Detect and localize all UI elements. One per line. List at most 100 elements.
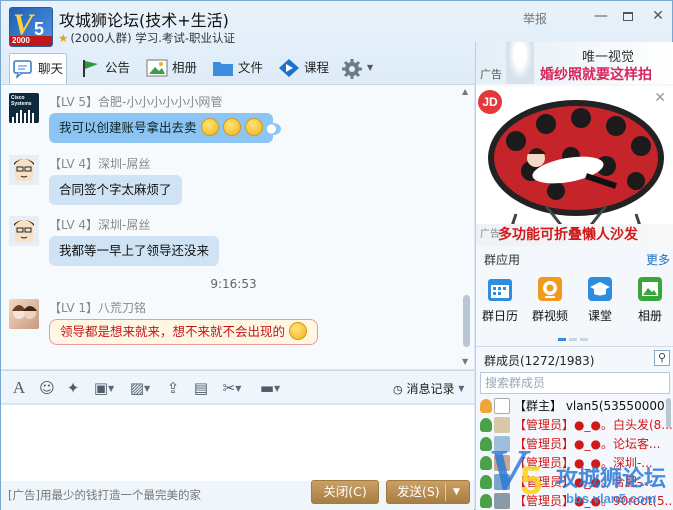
avatar (494, 474, 510, 490)
apps-pager[interactable] (558, 330, 591, 344)
scrollbar-thumb[interactable] (463, 295, 470, 347)
star-icon: ★ (58, 31, 69, 45)
emoji-icon (222, 118, 241, 136)
admin-icon (480, 456, 492, 470)
message-bubble[interactable]: 我可以创建账号拿出去卖 (49, 113, 281, 143)
flag-icon (83, 60, 98, 77)
clock-icon: ◷ (393, 383, 403, 396)
pager-dot[interactable] (558, 338, 566, 341)
right-panel: 广告 唯一视觉 婚纱照就要这样拍 JD ✕ 广告 多功能可折叠懒人沙发 群应用 … (475, 42, 673, 510)
chat-history[interactable]: Cisco Systems 【LV 5】合肥-小小小小小小网管 我可以创建账号拿… (1, 84, 474, 369)
member-list-scrollbar[interactable] (666, 398, 671, 428)
cartoon-face-icon (14, 220, 34, 242)
member-item[interactable]: 【管理员】●_●。深圳-... (476, 453, 673, 473)
scroll-down-icon[interactable]: ▼ (462, 357, 468, 366)
tab-file[interactable]: 文件 (210, 53, 274, 83)
scroll-up-icon[interactable]: ▲ (462, 87, 468, 96)
product-ad-caption-text: 多功能可折叠懒人沙发 (498, 227, 638, 243)
members-header: 群成员(1272/1983) ⚲ (476, 346, 673, 368)
avatar[interactable] (9, 216, 39, 246)
font-icon[interactable]: A (9, 379, 29, 397)
admin-icon (480, 418, 492, 432)
ad-tag: 广告 (480, 68, 502, 81)
app-group-calendar[interactable]: 群日历 (476, 276, 524, 324)
avatar (494, 455, 510, 471)
apps-header: 群应用 更多 (476, 248, 673, 270)
gift-icon[interactable]: ▣▼ (89, 379, 119, 397)
member-name: 【群主】 vlan5(53550000) (514, 399, 670, 413)
tab-course[interactable]: 课程 (276, 53, 340, 83)
member-item[interactable]: 【管理员】●_●。90root(5... (476, 491, 673, 510)
message-bubble[interactable]: 合同签个字太麻烦了 (49, 175, 182, 205)
app-classroom[interactable]: 课堂 (576, 276, 624, 324)
product-ad[interactable]: JD ✕ (476, 86, 673, 246)
close-button[interactable]: 关闭(C) (311, 480, 379, 504)
sofa-chair-image (488, 100, 664, 246)
app-label: 相册 (637, 309, 662, 323)
avatar[interactable]: Cisco Systems (9, 93, 39, 123)
upload-icon[interactable]: ⇪ (163, 379, 183, 397)
folder-icon (213, 62, 233, 76)
tab-notice[interactable]: 公告 (77, 53, 137, 83)
minimize-button[interactable]: — (589, 6, 613, 26)
tab-album-label: 相册 (172, 60, 198, 75)
message-record-button[interactable]: ◷ 消息记录 ▼ (393, 380, 464, 397)
banner-ad[interactable]: 广告 唯一视觉 婚纱照就要这样拍 (476, 42, 673, 84)
avatar (494, 398, 510, 414)
image-icon[interactable]: ▨▼ (125, 379, 155, 397)
member-name: 【管理员】●_●。合肥-... (514, 475, 653, 489)
avatar[interactable] (9, 155, 39, 185)
members-title: 群成员(1272/1983) (484, 354, 595, 368)
member-item[interactable]: 【群主】 vlan5(53550000) (476, 396, 673, 416)
avatar[interactable] (9, 299, 39, 329)
member-item[interactable]: 【管理员】●_●。合肥-... (476, 472, 673, 492)
tab-file-label: 文件 (238, 60, 264, 75)
member-name: 【管理员】●_●。论坛客... (514, 437, 661, 451)
send-divider (445, 483, 446, 501)
message-bubble[interactable]: 领导都是想来就来，想不来就不会出现的 (49, 319, 319, 345)
apps-more-link[interactable]: 更多 (646, 251, 670, 268)
maximize-button[interactable] (616, 6, 640, 26)
bottom-ad-link[interactable]: [广告]用最少的钱打造一个最完美的家 (8, 487, 201, 503)
package-icon[interactable]: ▤ (191, 379, 211, 397)
app-photo-album[interactable]: 相册 (626, 276, 673, 324)
close-icon[interactable]: ✕ (654, 90, 666, 106)
group-meta: (2000人群) 学习.考试-职业认证 (70, 31, 236, 45)
app-group-video[interactable]: 群视频 (526, 276, 574, 324)
tab-album[interactable]: 相册 (144, 53, 208, 83)
chevron-down-icon: ▼ (367, 63, 374, 72)
magic-wand-icon[interactable]: ✦ (63, 379, 83, 397)
tab-chat[interactable]: 聊天 (9, 53, 67, 84)
message-text: 我可以创建账号拿出去卖 (59, 120, 197, 135)
group-subtitle: ★ (2000人群) 学习.考试-职业认证 (58, 30, 235, 46)
message-text: 我都等一早上了领导还没来 (59, 243, 210, 258)
member-search-input[interactable]: 搜索群成员 (480, 372, 670, 394)
message-bubble[interactable]: 我都等一早上了领导还没来 (49, 236, 220, 266)
group-logo[interactable]: V 5 2000 (9, 7, 53, 47)
search-icon[interactable]: ⚲ (654, 350, 670, 366)
member-list[interactable]: 【群主】 vlan5(53550000) 【管理员】●_●。白头发(8... 【… (476, 396, 673, 510)
group-title[interactable]: 攻城狮论坛(技术+生活) (59, 7, 229, 31)
message-input[interactable] (1, 405, 474, 481)
pager-dot[interactable] (580, 338, 588, 341)
app-label: 课堂 (587, 309, 612, 323)
member-item[interactable]: 【管理员】●_●。论坛客... (476, 434, 673, 454)
qq-group-chat-window: V 5 2000 攻城狮论坛(技术+生活) ★ (2000人群) 学习.考试-职业… (0, 0, 673, 510)
chat-scrollbar[interactable]: ▲ ▼ (460, 87, 472, 369)
avatar-label: Cisco Systems (11, 95, 32, 107)
settings-menu-button[interactable]: ▼ (339, 53, 379, 83)
photo-icon (638, 277, 662, 301)
more-apps-icon[interactable]: ▬▼ (253, 379, 287, 397)
send-options-chevron-icon[interactable]: ▼ (453, 481, 460, 503)
send-button[interactable]: 发送(S) ▼ (386, 480, 470, 504)
logo-year: 2000 (10, 36, 52, 46)
cartoon-face-icon (14, 159, 34, 181)
pager-dot[interactable] (569, 338, 577, 341)
scissors-icon[interactable]: ✂▼ (217, 379, 247, 397)
avatar (494, 417, 510, 433)
close-window-button[interactable]: ✕ (646, 6, 670, 26)
emoji-face-icon[interactable]: ☺ (37, 379, 57, 397)
report-button[interactable]: 举报 (523, 10, 547, 30)
product-ad-caption[interactable]: 广告 多功能可折叠懒人沙发 (476, 224, 673, 246)
member-item[interactable]: 【管理员】●_●。白头发(8... (476, 415, 673, 435)
